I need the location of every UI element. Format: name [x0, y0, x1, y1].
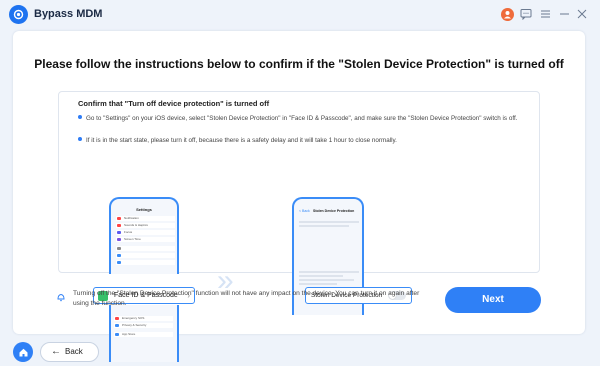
phone-page-title: Stolen Device Protection — [313, 209, 355, 213]
bullet-dot-icon — [78, 115, 82, 119]
settings-phone-lower: Emergency SOS Privacy & Security App Sto… — [109, 305, 179, 362]
phone-settings-row: Privacy & Security — [114, 323, 173, 328]
placeholder-line — [299, 283, 337, 285]
menu-icon[interactable] — [538, 7, 552, 21]
notice-text: Turning off the "Stolen Device Protectio… — [73, 290, 420, 307]
phone-settings-row: Emergency SOS — [114, 316, 173, 321]
phone-settings-row: Screen Time — [116, 237, 175, 242]
placeholder-line — [299, 279, 354, 281]
settings-phone-illustration: Settings Notification Sounds & Haptics F… — [109, 197, 179, 274]
chat-icon[interactable] — [519, 7, 533, 21]
home-icon — [19, 348, 27, 356]
home-button[interactable] — [13, 342, 33, 362]
bell-icon — [56, 289, 66, 302]
main-card: Please follow the instructions below to … — [13, 31, 585, 362]
instructions-title: Confirm that "Turn off device protection… — [78, 99, 270, 108]
phone-settings-row: Sounds & Haptics — [116, 223, 175, 228]
instruction-bullet: Go to "Settings" on your iOS device, sel… — [78, 114, 533, 123]
app-logo-icon — [9, 5, 28, 24]
phone-settings-row — [116, 246, 175, 251]
minimize-icon[interactable] — [557, 7, 571, 21]
arrow-left-icon: ← — [51, 346, 61, 357]
next-button[interactable]: Next — [445, 287, 541, 313]
page-heading: Please follow the instructions below to … — [34, 57, 564, 71]
phone-settings-row: App Store — [114, 332, 173, 337]
placeholder-line — [299, 225, 349, 227]
phone-settings-row: Notification — [116, 216, 175, 221]
user-icon[interactable] — [500, 7, 514, 21]
placeholder-line — [299, 275, 343, 277]
instruction-bullet: If it is in the start state, please turn… — [78, 136, 533, 145]
phone-settings-row — [116, 260, 175, 265]
phone-settings-title: Settings — [136, 207, 152, 212]
bullet-dot-icon — [78, 137, 82, 141]
placeholder-line — [299, 221, 359, 223]
phone-back-link: < Back — [299, 209, 310, 213]
phone-settings-row: Focus — [116, 230, 175, 235]
app-title: Bypass MDM — [34, 8, 103, 20]
back-button[interactable]: ← Back — [40, 342, 99, 362]
close-icon[interactable] — [575, 7, 589, 21]
placeholder-line — [299, 271, 359, 273]
instructions-panel: Confirm that "Turn off device protection… — [58, 91, 540, 362]
title-bar: Bypass MDM — [0, 0, 600, 30]
phone-settings-row — [116, 253, 175, 258]
